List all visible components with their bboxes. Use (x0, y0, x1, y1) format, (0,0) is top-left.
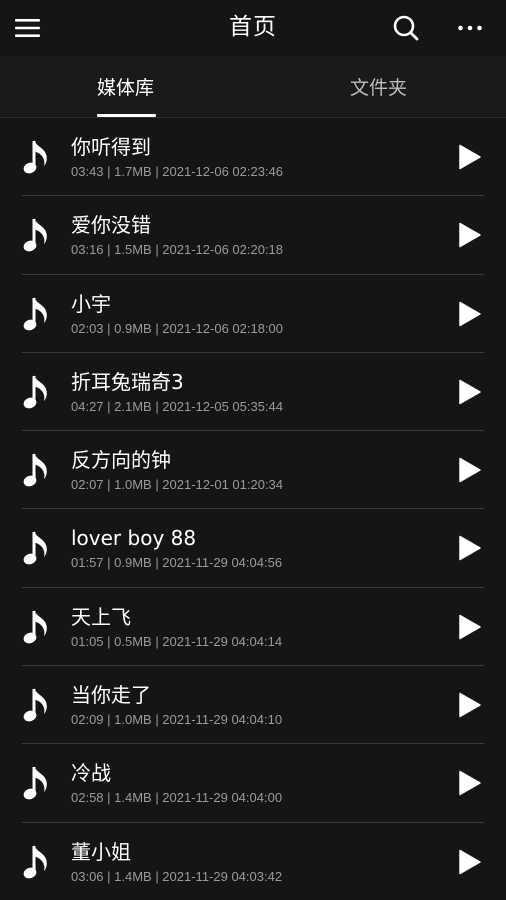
song-title: 折耳兔瑞奇3 (71, 369, 184, 394)
music-note-icon (23, 140, 47, 174)
song-meta: 02:07 | 1.0MB | 2021-12-01 01:20:34 (71, 477, 284, 493)
song-title: 爱你没错 (71, 213, 151, 238)
play-icon (459, 223, 481, 248)
song-row[interactable]: 你听得到 03:43 | 1.7MB | 2021-12-06 02:23:46 (0, 118, 506, 197)
song-row[interactable]: lover boy 88 01:57 | 0.9MB | 2021-11-29 … (0, 509, 506, 588)
song-meta: 02:58 | 1.4MB | 2021-11-29 04:04:00 (71, 790, 283, 806)
top-app-bar: 首页 (0, 0, 506, 56)
tab-label: 媒体库 (97, 77, 155, 99)
play-icon (459, 692, 481, 718)
song-title: 天上飞 (71, 604, 131, 629)
song-title: 冷战 (71, 761, 111, 786)
search-icon (393, 15, 419, 41)
music-note-icon (23, 218, 47, 252)
song-row[interactable]: 冷战 02:58 | 1.4MB | 2021-11-29 04:04:00 (0, 744, 506, 823)
song-row[interactable]: 天上飞 01:05 | 0.5MB | 2021-11-29 04:04:14 (0, 588, 506, 667)
song-title: 你听得到 (71, 135, 151, 159)
play-icon (459, 144, 481, 170)
song-row[interactable]: 小宇 02:03 | 0.9MB | 2021-12-06 02:18:00 (0, 275, 506, 353)
music-note-icon (23, 609, 47, 644)
hamburger-menu-icon (15, 19, 40, 37)
song-meta: 03:43 | 1.7MB | 2021-12-06 02:23:46 (71, 164, 284, 179)
song-row[interactable]: 当你走了 02:09 | 1.0MB | 2021-11-29 04:04:10 (0, 666, 506, 745)
song-title: 董小姐 (71, 839, 131, 864)
tab-label: 文件夹 (350, 77, 408, 99)
music-note-icon (23, 688, 47, 722)
more-options-button[interactable] (450, 8, 490, 48)
song-title: 反方向的钟 (71, 448, 171, 473)
play-button[interactable] (450, 217, 490, 253)
page-title: 首页 (229, 14, 277, 40)
app-root: 首页 媒体库 文件夹 你听得到 03:43 | 1.7MB | 2021-12-… (0, 0, 506, 900)
music-note-icon (23, 844, 47, 879)
play-button[interactable] (450, 844, 490, 880)
tab-folders[interactable]: 文件夹 (253, 56, 506, 117)
song-title: 小宇 (71, 291, 111, 316)
song-list: 你听得到 03:43 | 1.7MB | 2021-12-06 02:23:46… (0, 118, 506, 900)
play-icon (459, 301, 481, 326)
play-icon (459, 379, 481, 405)
song-row[interactable]: 折耳兔瑞奇3 04:27 | 2.1MB | 2021-12-05 05:35:… (0, 353, 506, 432)
play-icon (459, 771, 481, 796)
play-button[interactable] (450, 374, 490, 410)
play-icon (459, 614, 481, 640)
music-note-icon (23, 453, 47, 487)
play-icon (459, 849, 481, 874)
song-meta: 02:03 | 0.9MB | 2021-12-06 02:18:00 (71, 320, 284, 336)
song-title: 当你走了 (71, 683, 151, 708)
song-row[interactable]: 董小姐 03:06 | 1.4MB | 2021-11-29 04:03:42 (0, 823, 506, 900)
music-note-icon (23, 296, 47, 330)
music-note-icon (23, 766, 47, 800)
music-note-icon (23, 374, 47, 409)
play-button[interactable] (450, 530, 490, 566)
tab-bar: 媒体库 文件夹 (0, 56, 506, 118)
search-button[interactable] (386, 8, 426, 48)
more-dots-icon (458, 25, 482, 31)
song-meta: 01:57 | 0.9MB | 2021-11-29 04:04:56 (71, 555, 283, 571)
play-button[interactable] (450, 609, 490, 645)
song-meta: 02:09 | 1.0MB | 2021-11-29 04:04:10 (71, 712, 283, 728)
play-button[interactable] (450, 765, 490, 801)
play-button[interactable] (450, 687, 490, 723)
menu-button[interactable] (14, 10, 58, 46)
play-icon (459, 457, 481, 483)
song-row[interactable]: 反方向的钟 02:07 | 1.0MB | 2021-12-01 01:20:3… (0, 431, 506, 510)
song-meta: 03:16 | 1.5MB | 2021-12-06 02:20:18 (71, 242, 284, 258)
song-meta: 04:27 | 2.1MB | 2021-12-05 05:35:44 (71, 398, 284, 414)
song-row[interactable]: 爱你没错 03:16 | 1.5MB | 2021-12-06 02:20:18 (0, 196, 506, 275)
play-button[interactable] (450, 139, 490, 175)
play-button[interactable] (450, 296, 490, 332)
play-button[interactable] (450, 452, 490, 488)
active-tab-indicator (97, 114, 156, 117)
song-meta: 01:05 | 0.5MB | 2021-11-29 04:04:14 (71, 633, 283, 649)
music-note-icon (23, 531, 47, 565)
song-meta: 03:06 | 1.4MB | 2021-11-29 04:03:42 (71, 868, 283, 884)
song-title: lover boy 88 (71, 526, 197, 551)
tab-media-library[interactable]: 媒体库 (0, 56, 253, 117)
play-icon (459, 536, 481, 561)
